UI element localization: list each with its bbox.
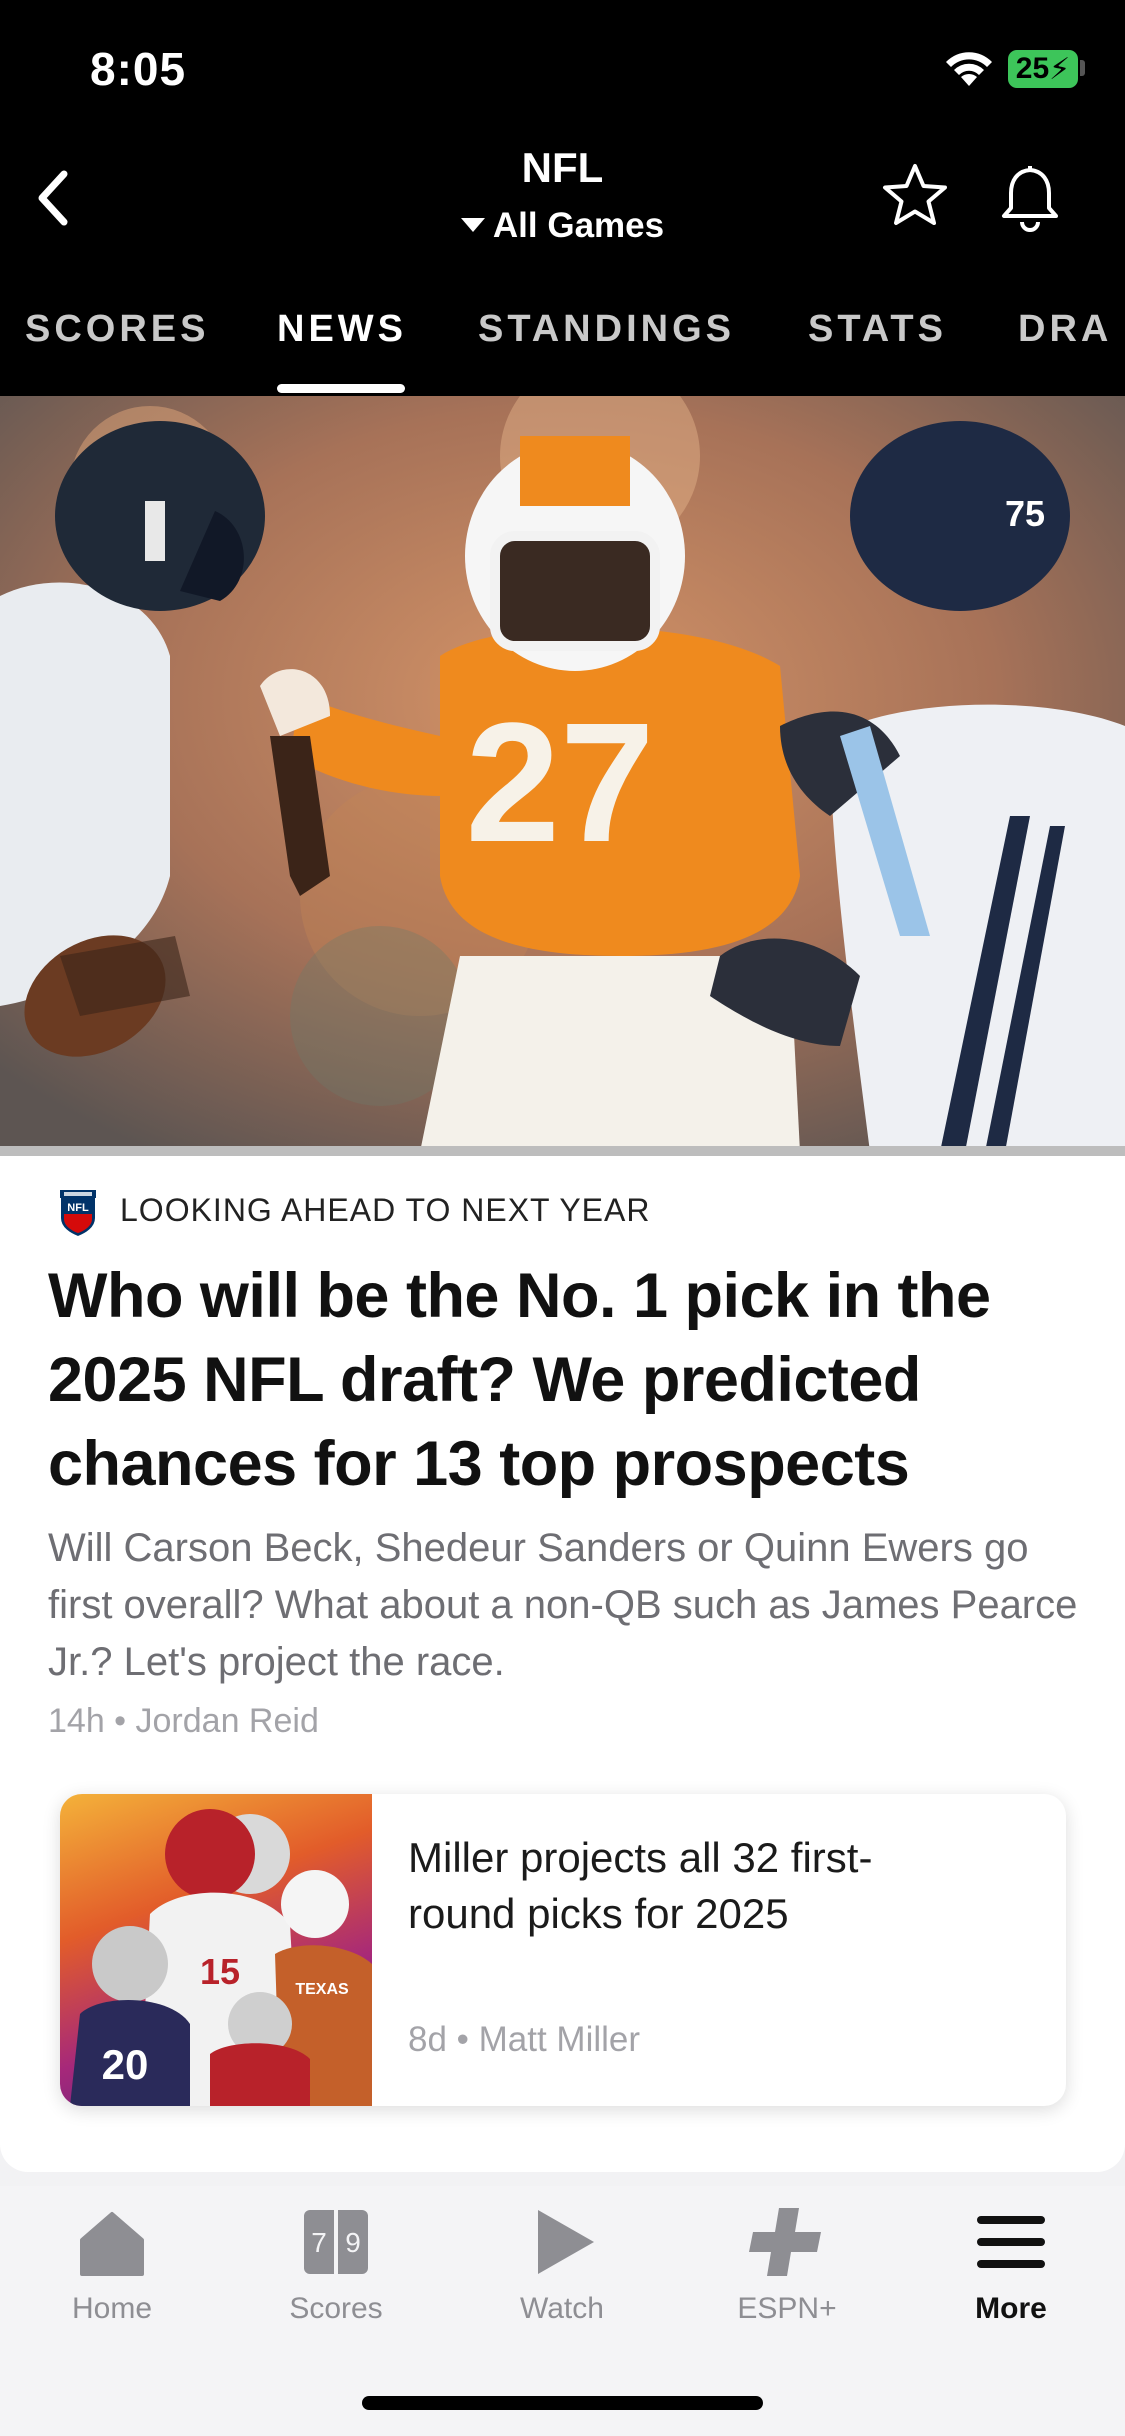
home-indicator [362,2396,763,2410]
carousel-progress-bar [0,1146,1125,1156]
hero-image[interactable]: 27 75 [0,396,1125,1152]
section-tabs: SCORES NEWS STANDINGS STATS DRA [0,300,1125,396]
notifications-bell-button[interactable] [995,160,1065,232]
menu-icon [977,2216,1045,2268]
top-bar: 8:05 25 ⚡ NFL All Games SCORES NEWS STAND… [0,0,1125,396]
tabbar-more[interactable]: More [931,2202,1091,2326]
tab-scores[interactable]: SCORES [25,308,209,351]
games-filter-label: All Games [492,206,665,245]
article-summary: Will Carson Beck, Shedeur Sanders or Qui… [48,1526,1078,1684]
tabbar-home-label: Home [71,2292,153,2325]
tab-stats[interactable]: STATS [808,308,947,351]
favorite-star-button[interactable] [880,160,950,230]
hero-illustration: 27 75 [0,396,1125,1152]
games-filter-dropdown[interactable]: All Games [0,206,1125,246]
svg-text:15: 15 [200,1951,240,1992]
related-article-byline: 8d • Matt Miller [408,2020,641,2059]
tabbar-scores-label: Scores [289,2292,383,2325]
svg-text:TEXAS: TEXAS [295,1981,349,1998]
battery-level: 25 [1015,52,1050,85]
scoreboard-icon: 7 9 [304,2210,368,2274]
related-article-thumbnail: 15 20 TEXAS [60,1794,372,2106]
related-article-card[interactable]: 15 20 TEXAS Miller projects all 32 first… [60,1794,1066,2106]
article-kicker: LOOKING AHEAD TO NEXT YEAR [120,1192,651,1228]
svg-text:9: 9 [345,2227,361,2258]
article-headline[interactable]: Who will be the No. 1 pick in the 2025 N… [48,1254,1078,1506]
status-time: 8:05 [90,43,187,95]
battery-indicator: 25 ⚡ [1008,50,1078,88]
related-article-title: Miller projects all 32 first-round picks… [408,1834,873,1937]
tabbar-scores[interactable]: 7 9 Scores [256,2202,416,2326]
svg-text:7: 7 [311,2227,327,2258]
tabbar-more-label: More [975,2292,1047,2325]
tab-draft[interactable]: DRA [1018,308,1112,351]
wifi-icon [946,52,992,86]
tabbar-home[interactable]: Home [32,2202,192,2326]
tab-standings[interactable]: STANDINGS [478,308,735,351]
tabbar-espn-plus[interactable]: ESPN+ [707,2202,867,2326]
nfl-logo-icon: NFL [59,1189,97,1238]
svg-text:20: 20 [102,2041,149,2088]
helmet-number: 75 [1005,493,1045,534]
battery-cap [1080,60,1085,76]
tabbar-watch[interactable]: Watch [482,2202,642,2326]
play-icon [538,2210,594,2274]
tabbar-watch-label: Watch [520,2292,604,2325]
tab-news[interactable]: NEWS [277,308,407,351]
page-title: NFL [521,144,604,191]
caret-down-icon [460,217,485,232]
article-byline: 14h • Jordan Reid [48,1702,319,1740]
active-tab-indicator [277,384,405,393]
plus-icon [749,2208,821,2276]
tabbar-espn-plus-label: ESPN+ [737,2292,837,2325]
home-icon [80,2212,144,2276]
charging-bolt-icon: ⚡ [1049,52,1071,86]
related-thumbnail-art: 15 20 TEXAS [70,1809,372,2106]
jersey-number: 27 [465,688,654,878]
svg-text:NFL: NFL [67,1202,89,1214]
